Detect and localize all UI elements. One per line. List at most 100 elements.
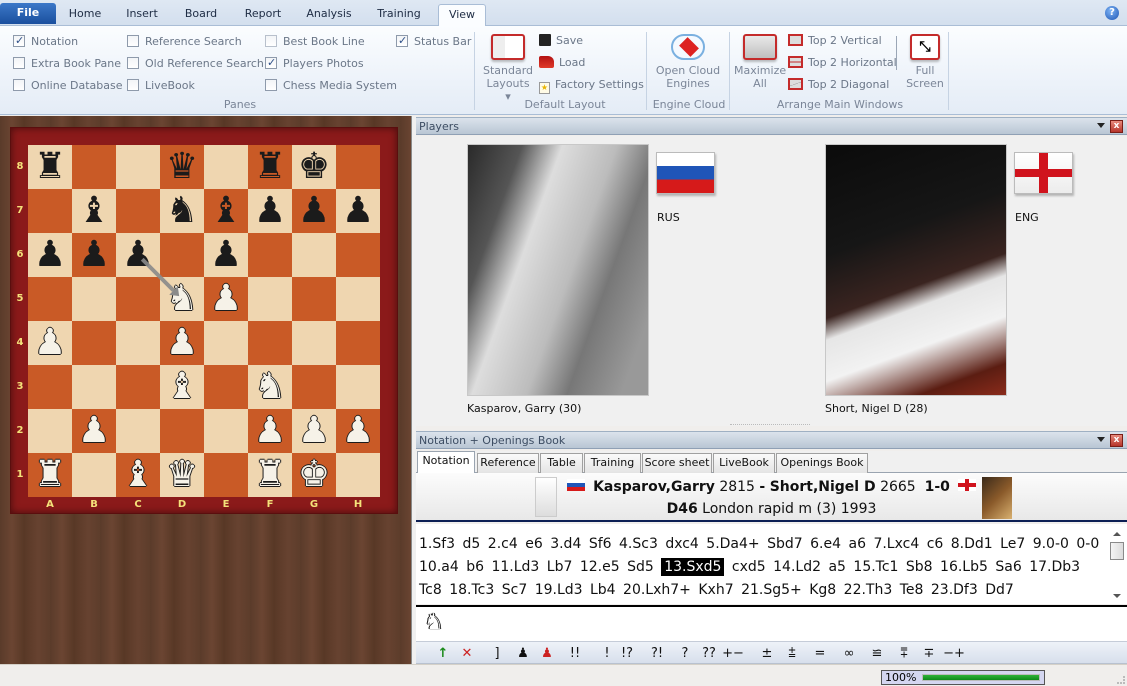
square-b3[interactable] (72, 365, 116, 409)
black-pawn-icon[interactable]: ♟ (122, 237, 154, 273)
factory-settings-button[interactable]: ★ Factory Settings (539, 77, 644, 94)
scroll-thumb[interactable] (1110, 542, 1124, 560)
move-token[interactable]: 2.c4 (488, 536, 518, 552)
pane-close-icon[interactable]: x (1110, 434, 1123, 447)
move-token[interactable]: a6 (848, 536, 866, 552)
square-f2[interactable]: ♟ (248, 409, 292, 453)
tab-livebook[interactable]: LiveBook (713, 453, 775, 473)
square-h4[interactable] (336, 321, 380, 365)
black-bishop-icon[interactable]: ♝ (78, 193, 110, 229)
square-f7[interactable]: ♟ (248, 189, 292, 233)
checkbox-box[interactable] (127, 35, 139, 47)
move-token[interactable]: 22.Th3 (844, 582, 893, 598)
maximize-all-button[interactable]: Maximize All (734, 34, 786, 90)
square-b8[interactable] (72, 145, 116, 189)
move-token[interactable]: Sd5 (627, 559, 654, 575)
ann-question[interactable]: ? (674, 645, 696, 662)
checkbox-box[interactable] (265, 35, 277, 47)
white-rook-icon[interactable]: ♜ (254, 457, 286, 493)
move-token[interactable]: 9.0-0 (1033, 536, 1069, 552)
move-token[interactable]: 5.Da4+ (706, 536, 759, 552)
move-token[interactable]: Kxh7 (698, 582, 733, 598)
ann-white-winning[interactable]: +− (722, 645, 744, 662)
tab-table[interactable]: Table (540, 453, 583, 473)
square-e4[interactable] (204, 321, 248, 365)
save-layout-button[interactable]: Save (539, 33, 583, 49)
black-pawn-icon[interactable]: ♟ (512, 645, 534, 662)
pane-close-icon[interactable]: x (1110, 120, 1123, 133)
checkbox-status-bar[interactable]: Status Bar (396, 34, 471, 49)
white-rook-icon[interactable]: ♜ (34, 457, 66, 493)
checkbox-reference-search[interactable]: Reference Search (127, 35, 242, 49)
tab-view[interactable]: View (438, 4, 486, 27)
move-token[interactable]: 17.Db3 (1029, 559, 1080, 575)
white-pawn-icon[interactable]: ♟ (254, 413, 286, 449)
move-token[interactable]: 23.Df3 (931, 582, 978, 598)
square-c3[interactable] (116, 365, 160, 409)
ann-double-exclaim[interactable]: !! (564, 645, 586, 662)
square-g6[interactable] (292, 233, 336, 277)
checkbox-box[interactable] (13, 57, 25, 69)
move-token[interactable]: Sf6 (589, 536, 612, 552)
checkbox-box[interactable] (265, 79, 277, 91)
white-pawn-icon[interactable]: ♟ (342, 413, 374, 449)
square-c2[interactable] (116, 409, 160, 453)
square-e1[interactable] (204, 453, 248, 497)
move-token[interactable]: 7.Lxc4 (873, 536, 919, 552)
white-bishop-icon[interactable]: ♝ (122, 457, 154, 493)
move-token[interactable]: Te8 (900, 582, 924, 598)
checkbox-livebook[interactable]: LiveBook (127, 79, 195, 93)
move-token[interactable]: 14.Ld2 (773, 559, 821, 575)
move-token[interactable]: 1.Sf3 (419, 536, 455, 552)
chess-board[interactable]: ♜ ♛ ♜ ♚ ♝ ♞ ♝ ♟ ♟ ♟ ♟ ♟ ♟ ♟ ♞ ♟ ♟ ♟ ♝ ♞ ♟ ♟ ♟ ♟ ♜ ♝ ♛ ♜ ♚ (28, 145, 380, 497)
move-token[interactable]: Lb4 (590, 582, 616, 598)
ann-double-question[interactable]: ?? (698, 645, 720, 662)
checkbox-box[interactable] (127, 57, 139, 69)
top2-horizontal-button[interactable]: Top 2 Horizontal (788, 55, 897, 71)
promote-variation-icon[interactable]: ↑ (432, 645, 454, 662)
square-b4[interactable] (72, 321, 116, 365)
move-token[interactable]: 11.Ld3 (491, 559, 539, 575)
ann-white-slightly-better[interactable]: ⩲ (781, 645, 803, 662)
load-layout-button[interactable]: Load (539, 55, 585, 71)
ann-white-better[interactable]: ± (756, 645, 778, 662)
black-pawn-icon[interactable]: ♟ (254, 193, 286, 229)
white-king-icon[interactable]: ♚ (298, 457, 330, 493)
move-token[interactable]: Sb8 (906, 559, 933, 575)
move-token[interactable]: b6 (466, 559, 484, 575)
ann-black-better[interactable]: ∓ (918, 645, 940, 662)
checkbox-box[interactable] (396, 34, 408, 47)
white-pawn-icon[interactable]: ♟ (298, 413, 330, 449)
checkbox-players-photos[interactable]: Players Photos (265, 56, 364, 71)
tab-file[interactable]: File (0, 3, 56, 24)
move-token[interactable]: a5 (828, 559, 846, 575)
ann-compensation[interactable]: ≌ (866, 645, 888, 662)
move-token[interactable]: Sc7 (502, 582, 528, 598)
square-e3[interactable] (204, 365, 248, 409)
square-a2[interactable] (28, 409, 72, 453)
move-token[interactable]: d5 (463, 536, 481, 552)
square-g7[interactable]: ♟ (292, 189, 336, 233)
scroll-up-icon[interactable] (1113, 532, 1121, 536)
checkbox-box[interactable] (127, 79, 139, 91)
tab-report[interactable]: Report (234, 4, 292, 26)
square-g4[interactable] (292, 321, 336, 365)
checkbox-box[interactable] (13, 34, 25, 47)
black-queen-icon[interactable]: ♛ (166, 149, 198, 185)
square-a3[interactable] (28, 365, 72, 409)
tab-openings-book[interactable]: Openings Book (776, 453, 868, 473)
ann-black-slightly-better[interactable]: ⩱ (893, 645, 915, 662)
square-e5[interactable]: ♟ (204, 277, 248, 321)
square-a4[interactable]: ♟ (28, 321, 72, 365)
black-rook-icon[interactable]: ♜ (254, 149, 286, 185)
checkbox-box[interactable] (265, 56, 277, 69)
checkbox-online-database[interactable]: Online Database (13, 79, 122, 93)
moves-scrollbar[interactable] (1109, 528, 1125, 600)
square-d2[interactable] (160, 409, 204, 453)
close-bracket-icon[interactable]: ] (486, 645, 508, 662)
square-b7[interactable]: ♝ (72, 189, 116, 233)
move-token[interactable]: 20.Lxh7+ (623, 582, 691, 598)
square-a5[interactable] (28, 277, 72, 321)
move-token[interactable]: 3.d4 (550, 536, 581, 552)
square-g5[interactable] (292, 277, 336, 321)
